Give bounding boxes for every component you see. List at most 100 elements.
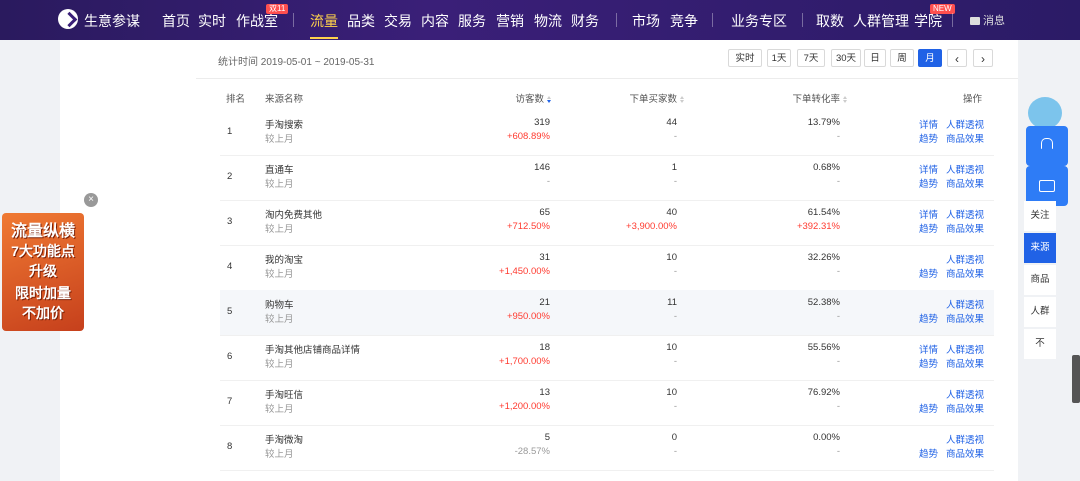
trend-link[interactable]: 趋势: [919, 401, 938, 415]
date-range-button[interactable]: 周: [890, 49, 914, 67]
notification-button[interactable]: [1026, 126, 1068, 166]
trend-link[interactable]: 趋势: [919, 356, 938, 370]
nav-item[interactable]: 实时: [198, 11, 226, 31]
table-row[interactable]: 3 淘内免费其他 较上月 65 +712.50% 40 +3,900.00% 61.54% +3…: [220, 200, 994, 246]
nav-item[interactable]: 物流: [534, 11, 562, 31]
nav-item[interactable]: 财务: [571, 11, 599, 31]
chat-button[interactable]: [1026, 166, 1068, 206]
side-tab[interactable]: 来源: [1024, 233, 1056, 263]
table-row[interactable]: 5 购物车 较上月 21 +950.00% 11 - 52.38% - 人群透视 趋势 商品效果: [220, 290, 994, 336]
conversion-change: -: [836, 131, 840, 142]
nav-item[interactable]: 学院: [914, 11, 942, 31]
date-range-button[interactable]: 1天: [767, 49, 791, 67]
nav-item[interactable]: 营销: [496, 11, 524, 31]
nav-item[interactable]: 取数: [816, 11, 844, 31]
top-nav: 生意参谋 首页 实时 作战室 双11 流量 品类 交易 内容 服务 营销 物流 财务 市场 竞争 业务专区 取…: [0, 0, 1080, 40]
side-tab[interactable]: 不: [1024, 329, 1056, 359]
close-icon[interactable]: ×: [84, 193, 98, 207]
detail-link[interactable]: 详情: [919, 342, 938, 356]
sort-icon[interactable]: [843, 96, 848, 103]
nav-item[interactable]: 流量: [310, 11, 338, 39]
crowd-analysis-link[interactable]: 人群透视: [946, 297, 984, 311]
table-row[interactable]: 2 直通车 较上月 146 - 1 - 0.68% - 详情 人群透视 趋势 商品效果: [220, 155, 994, 201]
header-buyers-label: 下单买家数: [629, 94, 677, 105]
nav-item[interactable]: 人群管理: [853, 11, 909, 31]
product-effect-link[interactable]: 商品效果: [946, 356, 984, 370]
crowd-analysis-link[interactable]: 人群透视: [946, 162, 984, 176]
trend-link[interactable]: 趋势: [919, 311, 938, 325]
table-row[interactable]: 1 手淘搜索 较上月 319 +608.89% 44 - 13.79% - 详情 人群透视 趋势 商品效…: [220, 110, 994, 156]
product-effect-link[interactable]: 商品效果: [946, 221, 984, 235]
header-visitors[interactable]: 访客数: [515, 91, 552, 105]
nav-item[interactable]: 市场: [632, 11, 660, 31]
sort-icon[interactable]: [547, 96, 552, 103]
logo-icon[interactable]: [58, 9, 78, 29]
crowd-analysis-link[interactable]: 人群透视: [946, 432, 984, 446]
table-row[interactable]: 6 手淘其他店铺商品详情 较上月 18 +1,700.00% 10 - 55.56% - 详情 人群…: [220, 335, 994, 381]
trend-link[interactable]: 趋势: [919, 266, 938, 280]
sort-icon[interactable]: [680, 96, 685, 103]
scrollbar[interactable]: [1072, 355, 1080, 403]
nav-item[interactable]: 作战室: [236, 11, 278, 31]
trend-link[interactable]: 趋势: [919, 221, 938, 235]
product-effect-link[interactable]: 商品效果: [946, 401, 984, 415]
header-buyers[interactable]: 下单买家数: [629, 91, 685, 105]
detail-link[interactable]: 详情: [919, 162, 938, 176]
date-range-button[interactable]: 实时: [728, 49, 762, 67]
chevron-left-icon[interactable]: ‹: [947, 49, 967, 67]
crowd-analysis-link[interactable]: 人群透视: [946, 252, 984, 266]
visitors-value: 319: [534, 117, 550, 128]
product-effect-link[interactable]: 商品效果: [946, 176, 984, 190]
table-row[interactable]: 7 手淘旺信 较上月 13 +1,200.00% 10 - 76.92% - 人群透视 趋势 商品效果: [220, 380, 994, 426]
nav-item[interactable]: 竞争: [670, 11, 698, 31]
messages-link[interactable]: 消息: [970, 12, 1005, 28]
crowd-analysis-link[interactable]: 人群透视: [946, 387, 984, 401]
nav-item[interactable]: 业务专区: [731, 11, 787, 31]
visitors-value: 31: [539, 252, 550, 263]
nav-item[interactable]: 内容: [421, 11, 449, 31]
side-tab[interactable]: 人群: [1024, 297, 1056, 327]
date-range-button[interactable]: 7天: [797, 49, 825, 67]
date-range-button[interactable]: 30天: [831, 49, 861, 67]
elephant-mascot-icon[interactable]: [1028, 97, 1062, 129]
detail-link[interactable]: 详情: [919, 207, 938, 221]
brand-name[interactable]: 生意参谋: [84, 11, 140, 31]
nav-item[interactable]: 服务: [458, 11, 486, 31]
compare-label: 较上月: [265, 314, 294, 325]
side-tab[interactable]: 关注: [1024, 201, 1056, 231]
crowd-analysis-link[interactable]: 人群透视: [946, 342, 984, 356]
table-row[interactable]: 4 我的淘宝 较上月 31 +1,450.00% 10 - 32.26% - 人群透视 趋势 商品效果: [220, 245, 994, 291]
table-row[interactable]: 8 手淘微淘 较上月 5 -28.57% 0 - 0.00% - 人群透视 趋势 商品效果: [220, 425, 994, 471]
buyers-change: -: [673, 176, 677, 187]
conversion-value: 55.56%: [807, 342, 840, 353]
date-range-button[interactable]: 日: [864, 49, 886, 67]
promo-banner[interactable]: 流量纵横 7大功能点 升级 限时加量 不加价: [0, 203, 86, 336]
product-effect-link[interactable]: 商品效果: [946, 266, 984, 280]
date-range-button[interactable]: 月: [918, 49, 942, 67]
trend-link[interactable]: 趋势: [919, 131, 938, 145]
nav-item[interactable]: 品类: [347, 11, 375, 31]
product-effect-link[interactable]: 商品效果: [946, 311, 984, 325]
side-tab[interactable]: 商品: [1024, 265, 1056, 295]
messages-label: 消息: [983, 15, 1005, 27]
trend-link[interactable]: 趋势: [919, 176, 938, 190]
buyers-change: +3,900.00%: [626, 221, 677, 232]
detail-link[interactable]: 详情: [919, 117, 938, 131]
crowd-analysis-link[interactable]: 人群透视: [946, 207, 984, 221]
crowd-analysis-link[interactable]: 人群透视: [946, 117, 984, 131]
trend-link[interactable]: 趋势: [919, 446, 938, 460]
product-effect-link[interactable]: 商品效果: [946, 446, 984, 460]
visitors-value: 13: [539, 387, 550, 398]
chevron-right-icon[interactable]: ›: [973, 49, 993, 67]
conversion-value: 61.54%: [807, 207, 840, 218]
nav-item[interactable]: 交易: [384, 11, 412, 31]
header-conversion[interactable]: 下单转化率: [792, 91, 848, 105]
nav-item[interactable]: 首页: [162, 11, 190, 31]
stat-time: 统计时间 2019-05-01 ~ 2019-05-31: [218, 57, 375, 68]
divider: [196, 78, 1018, 79]
nav-separator: [293, 13, 294, 27]
product-effect-link[interactable]: 商品效果: [946, 131, 984, 145]
buyers-value: 11: [667, 297, 677, 308]
source-name: 淘内免费其他: [265, 210, 323, 221]
rank-cell: 4: [227, 261, 233, 272]
